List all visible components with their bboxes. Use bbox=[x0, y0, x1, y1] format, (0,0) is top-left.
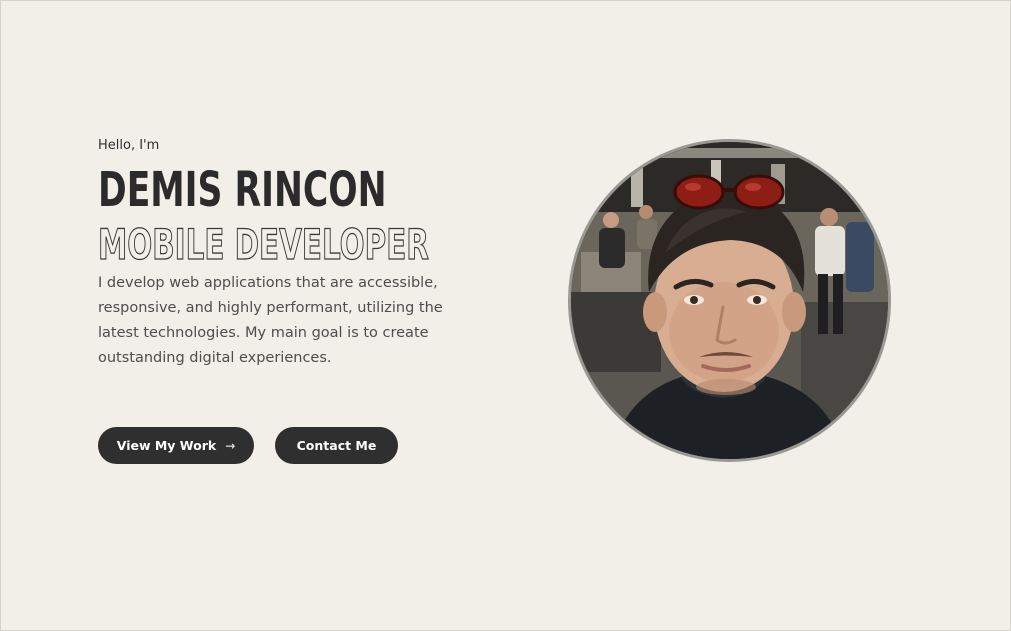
profile-photo-illustration bbox=[571, 142, 888, 459]
page: Hello, I'm DEMIS RINCON MOBILE DEVELOPER… bbox=[0, 0, 1011, 631]
arrow-right-icon: → bbox=[225, 438, 236, 453]
contact-me-label: Contact Me bbox=[296, 438, 377, 453]
hero-bio: I develop web applications that are acce… bbox=[98, 275, 443, 366]
view-my-work-button[interactable]: View My Work → bbox=[98, 427, 254, 464]
hero-name: DEMIS RINCON bbox=[98, 162, 387, 218]
hero-intro: Hello, I'm DEMIS RINCON MOBILE DEVELOPER… bbox=[98, 137, 518, 371]
view-my-work-label: View My Work bbox=[116, 438, 217, 453]
greeting-text: Hello, I'm bbox=[98, 138, 160, 153]
hero-role: MOBILE DEVELOPER bbox=[98, 220, 430, 269]
hero-actions: View My Work → Contact Me bbox=[98, 427, 398, 464]
contact-me-button[interactable]: Contact Me bbox=[275, 427, 398, 464]
profile-photo bbox=[568, 139, 891, 462]
